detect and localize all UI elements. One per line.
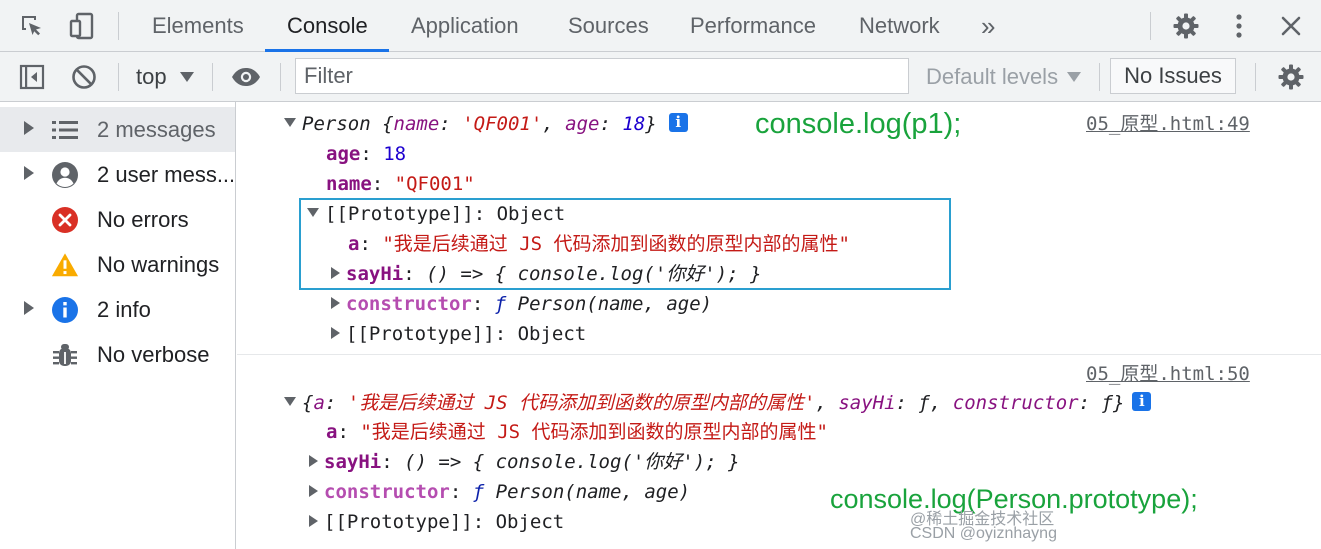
console-settings-gear-icon[interactable] [1275, 61, 1307, 93]
context-selector[interactable]: top [136, 52, 167, 102]
expand-arrow-icon[interactable] [331, 266, 340, 279]
console-messages: Person {name: 'QF001', age: 18} i 05_原型.h… [237, 102, 1321, 549]
sidebar-item-user-messages[interactable]: 2 user mess... [0, 152, 235, 197]
levels-dropdown-icon[interactable] [1067, 72, 1081, 82]
property-constructor[interactable]: constructor: ƒ Person(name, age) [309, 477, 690, 507]
watermark: @稀土掘金技术社区 CSDN @oyiznhayng [910, 511, 1057, 542]
collapse-arrow-icon[interactable] [284, 118, 296, 127]
sidebar-item-messages[interactable]: 2 messages [0, 107, 235, 152]
tab-elements[interactable]: Elements [152, 0, 244, 52]
warning-icon [51, 251, 79, 279]
toolbar-separator [118, 63, 119, 91]
expand-arrow-icon[interactable] [309, 514, 318, 527]
issues-button[interactable]: No Issues [1110, 58, 1236, 94]
property-a: a: "我是后续通过 JS 代码添加到函数的原型内部的属性" [326, 421, 828, 443]
message-divider [237, 354, 1321, 355]
sidebar-item-label: 2 info [97, 297, 151, 322]
expand-arrow-icon[interactable] [24, 166, 34, 180]
annotation-log-p1: console.log(p1); [755, 108, 962, 140]
property-sayhi[interactable]: sayHi: () => { console.log('你好'); } [331, 259, 762, 289]
property-age: age: 18 [326, 143, 407, 165]
inspect-element-icon[interactable] [16, 10, 48, 42]
tab-performance[interactable]: Performance [690, 0, 816, 52]
collapse-arrow-icon[interactable] [307, 208, 319, 217]
device-toolbar-icon[interactable] [66, 10, 98, 42]
bug-icon [51, 341, 79, 369]
property-prototype-nested[interactable]: [[Prototype]]: Object [331, 319, 586, 349]
tab-console[interactable]: Console [287, 0, 368, 52]
object-summary-prototype[interactable]: {a: '我是后续通过 JS 代码添加到函数的原型内部的属性', sayHi: … [284, 388, 1152, 418]
expand-arrow-icon[interactable] [331, 296, 340, 309]
list-icon [51, 116, 79, 144]
object-summary-person[interactable]: Person {name: 'QF001', age: 18} i [284, 109, 688, 139]
property-a: a: "我是后续通过 JS 代码添加到函数的原型内部的属性" [348, 233, 850, 255]
property-constructor[interactable]: constructor: ƒ Person(name, age) [331, 289, 712, 319]
info-icon [51, 296, 79, 324]
filter-field[interactable] [295, 58, 909, 94]
sidebar-item-label: No verbose [97, 342, 210, 367]
tab-application[interactable]: Application [411, 0, 519, 52]
clear-console-icon[interactable] [68, 61, 100, 93]
sidebar-item-warnings[interactable]: No warnings [0, 242, 235, 287]
info-badge-icon[interactable]: i [1132, 392, 1152, 411]
error-icon [51, 206, 79, 234]
sidebar-item-info[interactable]: 2 info [0, 287, 235, 332]
sidebar-item-label: No warnings [97, 252, 220, 277]
close-icon[interactable] [1275, 10, 1307, 42]
tab-sources[interactable]: Sources [568, 0, 649, 52]
sidebar-item-label: No errors [97, 207, 189, 232]
info-badge-icon[interactable]: i [668, 113, 688, 132]
toolbar-separator-2 [212, 63, 213, 91]
sidebar-item-verbose[interactable]: No verbose [0, 332, 235, 377]
context-dropdown-icon[interactable] [180, 72, 194, 82]
source-link[interactable]: 05_原型.html:50 [1086, 359, 1250, 389]
console-sidebar: 2 messages 2 user mess... No errors No w… [0, 102, 236, 549]
sidebar-item-label: 2 user mess... [97, 162, 233, 187]
property-name: name: "QF001" [326, 173, 475, 195]
expand-arrow-icon[interactable] [24, 121, 34, 135]
property-prototype[interactable]: [[Prototype]]: Object [307, 199, 565, 229]
expand-arrow-icon[interactable] [331, 326, 340, 339]
tab-network[interactable]: Network [859, 0, 940, 52]
sidebar-item-errors[interactable]: No errors [0, 197, 235, 242]
console-toolbar: top Default levels No Issues [0, 52, 1321, 102]
expand-arrow-icon[interactable] [309, 454, 318, 467]
collapse-arrow-icon[interactable] [284, 397, 296, 406]
devtools-tab-bar: Elements Console Application Sources Per… [0, 0, 1321, 52]
property-prototype[interactable]: [[Prototype]]: Object [309, 507, 564, 537]
filter-input[interactable] [296, 59, 908, 93]
toolbar-separator-3 [280, 63, 281, 91]
expand-arrow-icon[interactable] [24, 301, 34, 315]
log-levels-dropdown[interactable]: Default levels [926, 52, 1058, 102]
sidebar-item-label: 2 messages [97, 117, 216, 142]
source-link[interactable]: 05_原型.html:49 [1086, 109, 1250, 139]
toolbar-separator-4 [1099, 63, 1100, 91]
expand-arrow-icon[interactable] [309, 484, 318, 497]
eye-icon[interactable] [230, 61, 262, 93]
tab-bar-separator-right [1150, 12, 1151, 40]
property-sayhi[interactable]: sayHi: () => { console.log('你好'); } [309, 447, 740, 477]
sidebar-toggle-icon[interactable] [16, 61, 48, 93]
more-tabs-button[interactable]: » [981, 0, 995, 52]
settings-gear-icon[interactable] [1170, 10, 1202, 42]
tab-bar-separator [118, 12, 119, 40]
user-icon [51, 161, 79, 189]
kebab-menu-icon[interactable] [1223, 10, 1255, 42]
toolbar-separator-5 [1255, 63, 1256, 91]
